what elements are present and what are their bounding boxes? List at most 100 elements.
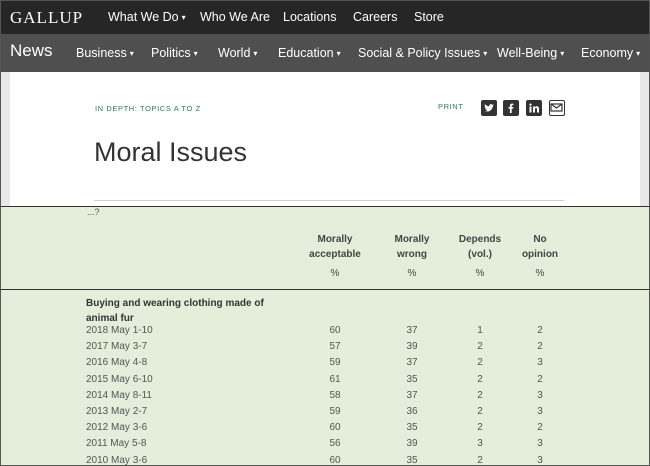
table-row: 2012 May 3-6 60 35 2 2 <box>86 422 586 438</box>
subnav-politics[interactable]: Politics ▾ <box>151 46 198 60</box>
row-value: 37 <box>406 325 418 336</box>
row-value: 59 <box>329 406 341 417</box>
nav-store[interactable]: Store <box>414 10 444 24</box>
row-date: 2012 May 3-6 <box>86 422 148 434</box>
row-value: 3 <box>537 357 543 369</box>
subnav-social-policy-issues[interactable]: Social & Policy Issues ▾ <box>358 46 487 60</box>
nav-locations[interactable]: Locations <box>283 10 337 24</box>
row-value: 60 <box>329 325 341 336</box>
row-value: 59 <box>329 357 341 369</box>
table-row: 2013 May 2-7 59 36 2 3 <box>86 406 586 422</box>
row-value: 58 <box>329 389 341 401</box>
question-fragment: ...? <box>87 207 100 217</box>
subnav-world-label: World <box>218 46 251 60</box>
nav-what-we-do[interactable]: What We Do ▾ <box>108 10 186 24</box>
row-value: 35 <box>406 373 418 385</box>
row-value: 3 <box>537 406 543 417</box>
column-header-line: No <box>533 234 547 245</box>
twitter-icon[interactable] <box>481 100 497 116</box>
left-gutter <box>0 72 10 206</box>
row-value: 35 <box>406 454 418 466</box>
row-date: 2017 May 3-7 <box>86 341 148 353</box>
column-header-no-opinion: No opinion <box>505 232 575 262</box>
column-header-morally-wrong: Morally wrong <box>377 232 447 262</box>
row-value: 60 <box>329 454 341 466</box>
row-value: 39 <box>406 438 418 450</box>
topics-a-to-z-link[interactable]: IN DEPTH: TOPICS A TO Z <box>95 104 201 113</box>
row-value: 2 <box>537 373 543 385</box>
subnav-business-label: Business <box>76 46 127 60</box>
subnav-education-label: Education <box>278 46 334 60</box>
subnav-well-being-label: Well-Being <box>497 46 558 60</box>
row-date: 2011 May 5-8 <box>86 438 147 450</box>
news-section-label[interactable]: News <box>10 41 53 61</box>
row-value: 3 <box>537 454 543 466</box>
right-gutter <box>640 72 650 206</box>
subnav-world[interactable]: World ▾ <box>218 46 257 60</box>
table-row: 2014 May 8-11 58 37 2 3 <box>86 390 586 406</box>
news-section-navigation: News Business ▾ Politics ▾ World ▾ Educatio… <box>0 34 650 72</box>
row-date: 2010 May 3-6 <box>86 454 148 466</box>
row-value: 3 <box>537 438 543 450</box>
subnav-well-being[interactable]: Well-Being ▾ <box>497 46 564 60</box>
row-date: 2015 May 6-10 <box>86 373 153 385</box>
row-value: 2 <box>537 422 543 434</box>
subnav-education[interactable]: Education ▾ <box>278 46 341 60</box>
table-row: 2018 May 1-10 60 37 1 2 <box>86 325 586 341</box>
table-row: 2011 May 5-8 56 39 3 3 <box>86 438 586 454</box>
table-row: 2017 May 3-7 57 39 2 2 <box>86 341 586 357</box>
subnav-social-policy-issues-label: Social & Policy Issues <box>358 46 481 60</box>
column-header-line: Morally <box>394 234 430 245</box>
column-unit: % <box>407 268 417 279</box>
column-header-line: opinion <box>521 249 559 260</box>
chevron-down-icon: ▾ <box>193 49 198 58</box>
row-value: 60 <box>329 422 341 434</box>
chevron-down-icon: ▾ <box>129 49 134 58</box>
table-row: 2016 May 4-8 59 37 2 3 <box>86 357 586 373</box>
row-date: 2018 May 1-10 <box>86 325 153 336</box>
row-date: 2013 May 2-7 <box>86 406 148 417</box>
column-unit: % <box>535 268 545 279</box>
chevron-down-icon: ▾ <box>253 49 258 58</box>
row-value: 2 <box>537 341 543 353</box>
top-navigation-bar: GALLUP What We Do ▾ Who We Are Locations … <box>0 0 650 34</box>
row-value: 2 <box>537 325 543 336</box>
row-value: 61 <box>329 373 341 385</box>
subnav-economy[interactable]: Economy ▾ <box>581 46 640 60</box>
row-value: 35 <box>406 422 418 434</box>
chevron-down-icon: ▾ <box>636 49 641 58</box>
chevron-down-icon: ▾ <box>483 49 488 58</box>
row-value: 37 <box>406 357 418 369</box>
row-date: 2014 May 8-11 <box>86 389 152 401</box>
column-header-line: acceptable <box>309 249 361 260</box>
chevron-down-icon: ▾ <box>336 49 341 58</box>
gallup-logo[interactable]: GALLUP <box>10 8 83 28</box>
row-date: 2016 May 4-8 <box>86 357 148 369</box>
row-value: 56 <box>329 438 341 450</box>
subnav-politics-label: Politics <box>151 46 191 60</box>
chevron-down-icon: ▾ <box>181 13 186 22</box>
email-icon[interactable] <box>549 100 565 116</box>
table-row: 2010 May 3-6 60 35 2 3 <box>86 455 586 466</box>
linkedin-icon[interactable] <box>526 100 542 116</box>
column-unit: % <box>330 268 340 279</box>
row-value: 36 <box>406 406 418 417</box>
row-value: 3 <box>537 389 543 401</box>
chevron-down-icon: ▾ <box>560 49 565 58</box>
column-header-line: wrong <box>397 249 427 260</box>
row-value: 37 <box>406 389 418 401</box>
page-title: Moral Issues <box>94 137 248 167</box>
row-value: 39 <box>406 341 418 353</box>
column-header-morally-acceptable: Morally acceptable <box>300 232 370 262</box>
nav-careers[interactable]: Careers <box>353 10 397 24</box>
print-link[interactable]: PRINT <box>438 102 464 111</box>
facebook-icon[interactable] <box>503 100 519 116</box>
table-section-label: Buying and wearing clothing made of anim… <box>86 298 264 324</box>
subnav-business[interactable]: Business ▾ <box>76 46 134 60</box>
title-divider <box>94 200 564 201</box>
table-row: 2015 May 6-10 61 35 2 2 <box>86 374 586 390</box>
row-value: 57 <box>329 341 341 353</box>
nav-who-we-are[interactable]: Who We Are <box>200 10 270 24</box>
nav-what-we-do-label: What We Do <box>108 10 179 24</box>
subnav-economy-label: Economy <box>581 46 634 60</box>
